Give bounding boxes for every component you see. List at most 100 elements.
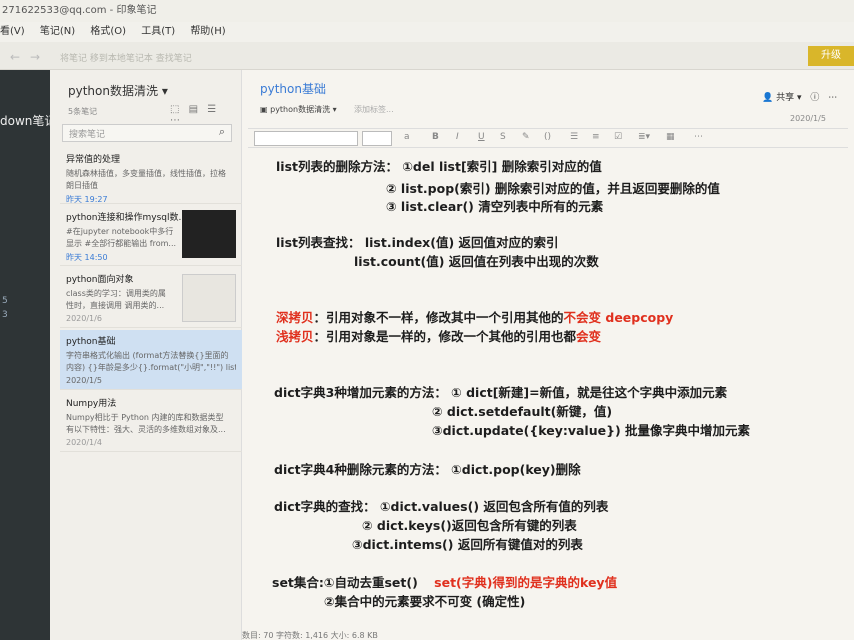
note-thumbnail xyxy=(182,274,236,322)
strikethrough-icon[interactable]: S xyxy=(500,132,506,142)
window-title: 271622533@qq.com - 印象笔记 xyxy=(2,5,157,16)
content-line: ② dict.keys()返回包含所有键的列表 xyxy=(362,518,577,533)
content-line: 深拷贝：引用对象不一样，修改其中一个引用其他的不会变 deepcopy xyxy=(276,307,673,326)
content-line: ③ list.clear() 清空列表中所有的元素 xyxy=(386,199,604,214)
highlight-icon[interactable]: ✎ xyxy=(522,132,530,142)
bold-icon[interactable]: B xyxy=(432,132,439,142)
content-line: ③dict.update({key:value}) 批量像字典中增加元素 xyxy=(432,423,751,438)
back-arrow-icon[interactable]: ← xyxy=(10,50,20,64)
search-icon[interactable]: ⌕ xyxy=(219,125,225,139)
more-icon[interactable]: ⋯ xyxy=(828,93,837,103)
app-window: 271622533@qq.com - 印象笔记 看(V) 笔记(N) 格式(O)… xyxy=(0,0,854,640)
note-snippet: class类的学习：调用类的属 xyxy=(66,289,166,298)
upgrade-label: 升级 xyxy=(821,50,841,61)
search-placeholder: 搜索笔记 xyxy=(69,130,106,140)
content-line: ③dict.intems() 返回所有键值对的列表 xyxy=(352,537,583,552)
add-tag-input[interactable]: 添加标签... xyxy=(354,104,394,115)
list-item[interactable]: Numpy用法 Numpy相比于 Python 内建的库和数据类型 有以下特性：… xyxy=(60,392,242,452)
notebook-selector-label: python数据清洗 xyxy=(270,105,331,114)
list-item[interactable]: python连接和操作mysql数... #在jupyter notebook中… xyxy=(60,206,242,266)
share-label: 共享 xyxy=(776,93,795,103)
menu-help[interactable]: 帮助(H) xyxy=(190,26,225,37)
menu-tools[interactable]: 工具(T) xyxy=(141,26,175,37)
note-list-pane: python数据清洗 ▾ 5条笔记 ⬚ ▤ ☰ ⋯ 搜索笔记 ⌕ 异常值的处理 … xyxy=(50,70,242,640)
content-line: list列表查找： list.index(值) 返回值对应的索引 xyxy=(276,235,559,250)
content-line: list.count(值) 返回值在列表中出现的次数 xyxy=(354,254,599,269)
share-icon: 👤 xyxy=(762,93,774,103)
note-editor: python基础 ▣ python数据清洗 ▾ 添加标签... 👤 共享 ▾ ⓘ… xyxy=(242,70,854,640)
content-line: list列表的删除方法： ①del list[索引] 删除索引对应的值 xyxy=(276,159,602,174)
note-title: 异常值的处理 xyxy=(66,155,121,165)
set-note: set(字典)得到的是字典的key值 xyxy=(434,575,618,590)
menu-bar: 看(V) 笔记(N) 格式(O) 工具(T) 帮助(H) xyxy=(0,22,854,42)
search-notes-input[interactable]: 搜索笔记 ⌕ xyxy=(62,124,232,142)
list-item[interactable]: 异常值的处理 随机森林插值，多变量插值，线性插值，拉格 朗日插值 昨天 19:2… xyxy=(60,148,242,204)
note-count: 5条笔记 xyxy=(68,107,98,116)
share-button[interactable]: 👤 共享 ▾ ⓘ ⋯ xyxy=(762,90,837,103)
deep-copy-note: 不会变 deepcopy xyxy=(563,310,674,325)
note-date: 昨天 19:27 xyxy=(66,195,108,204)
account-sidebar: down笔记 5 3 xyxy=(0,70,56,640)
deep-copy-desc: ：引用对象不一样，修改其中一个引用其他的 xyxy=(313,310,564,325)
shallow-copy-desc: ：引用对象是一样的，修改一个其他的引用也都 xyxy=(313,329,577,344)
notebook-selector[interactable]: ▣ python数据清洗 ▾ xyxy=(260,104,337,115)
info-icon[interactable]: ⓘ xyxy=(810,93,819,103)
sidebar-brand: down笔记 xyxy=(0,114,57,128)
align-icon[interactable]: ≣▾ xyxy=(638,132,650,142)
underline-icon[interactable]: U xyxy=(478,132,485,142)
text-color-icon[interactable]: a xyxy=(404,132,410,142)
content-line: 浅拷贝：引用对象是一样的，修改一个其他的引用也都会变 xyxy=(276,326,601,345)
set-desc: set集合:①自动去重set() xyxy=(272,575,418,590)
note-snippet: 性时，直接调用 调用类的... xyxy=(66,301,165,310)
status-text: 数目: 70 字符数: 1,416 大小: 6.8 KB xyxy=(242,631,378,640)
note-snippet: 内容) {}年龄是多少{}.format("小明","!!") list... xyxy=(66,363,236,372)
content-line: dict字典的查找： ①dict.values() 返回包含所有值的列表 xyxy=(274,499,609,514)
sort-icon[interactable]: ☰ xyxy=(207,104,216,115)
note-snippet: 朗日插值 xyxy=(66,181,98,190)
shortcut-icon[interactable]: ⬚ xyxy=(170,104,179,115)
note-thumbnail xyxy=(182,210,236,258)
chevron-down-icon: ▾ xyxy=(161,84,168,98)
upgrade-button[interactable]: 升级 xyxy=(808,46,854,66)
table-icon[interactable]: ▦ xyxy=(666,132,675,142)
more-format-icon[interactable]: ⋯ xyxy=(694,132,703,142)
note-title: python连接和操作mysql数... xyxy=(66,213,182,223)
content-line: dict字典4种删除元素的方法： ①dict.pop(key)删除 xyxy=(274,462,581,477)
list-item[interactable]: python基础 字符串格式化输出 (format方法替换{}里面的 内容) {… xyxy=(60,330,242,390)
checkbox-icon[interactable]: ☑ xyxy=(614,132,622,142)
notebook-title-text: python数据清洗 xyxy=(68,84,158,98)
menu-format[interactable]: 格式(O) xyxy=(90,26,126,37)
content-line: set集合:①自动去重set() set(字典)得到的是字典的key值 xyxy=(272,572,617,591)
shallow-copy-note: 会变 xyxy=(576,329,602,344)
notebook-title[interactable]: python数据清洗 ▾ xyxy=(68,82,168,99)
menu-view[interactable]: 看(V) xyxy=(0,26,25,37)
note-title: python基础 xyxy=(66,337,116,347)
content-line: dict字典3种增加元素的方法： ① dict[新建]=新值，就是往这个字典中添… xyxy=(274,385,728,400)
menu-note[interactable]: 笔记(N) xyxy=(40,26,75,37)
chevron-down-icon: ▾ xyxy=(796,93,802,103)
content-line: ② dict.setdefault(新键，值) xyxy=(432,404,613,419)
code-icon[interactable]: () xyxy=(544,132,551,142)
title-bar: 271622533@qq.com - 印象笔记 xyxy=(0,0,854,22)
bullet-list-icon[interactable]: ☰ xyxy=(570,132,578,142)
list-item[interactable]: python面向对象 class类的学习：调用类的属 性时，直接调用 调用类的.… xyxy=(60,268,242,328)
chevron-down-icon: ▾ xyxy=(332,105,337,114)
sidebar-badge: 3 xyxy=(2,310,8,320)
note-snippet: 随机森林插值，多变量插值，线性插值，拉格 xyxy=(66,169,226,178)
note-date: 2020/1/4 xyxy=(66,438,102,447)
note-title-field[interactable]: python基础 xyxy=(260,80,326,97)
content-line: ②集合中的元素要求不可变 (确定性) xyxy=(324,594,526,609)
toolbar: ← → 将笔记 移到本地笔记本 查找笔记 升级 xyxy=(0,42,854,70)
note-snippet: 显示 #全部行都能输出 from... xyxy=(66,239,177,248)
content-line: ② list.pop(索引) 删除索引对应的值，并且返回要删除的值 xyxy=(386,181,720,196)
italic-icon[interactable]: I xyxy=(456,132,459,142)
font-family-select[interactable] xyxy=(254,131,358,146)
status-bar: 数目: 70 字符数: 1,416 大小: 6.8 KB xyxy=(242,630,854,640)
font-size-select[interactable] xyxy=(362,131,392,146)
list-view-icon[interactable]: ▤ xyxy=(189,104,198,115)
list-view-icons: ⬚ ▤ ☰ ⋯ xyxy=(170,104,241,126)
numbered-list-icon[interactable]: ≡ xyxy=(592,132,600,142)
note-snippet: #在jupyter notebook中多行 xyxy=(66,227,174,236)
toolbar-hint: 将笔记 移到本地笔记本 查找笔记 xyxy=(60,54,192,64)
forward-arrow-icon[interactable]: → xyxy=(30,50,40,64)
